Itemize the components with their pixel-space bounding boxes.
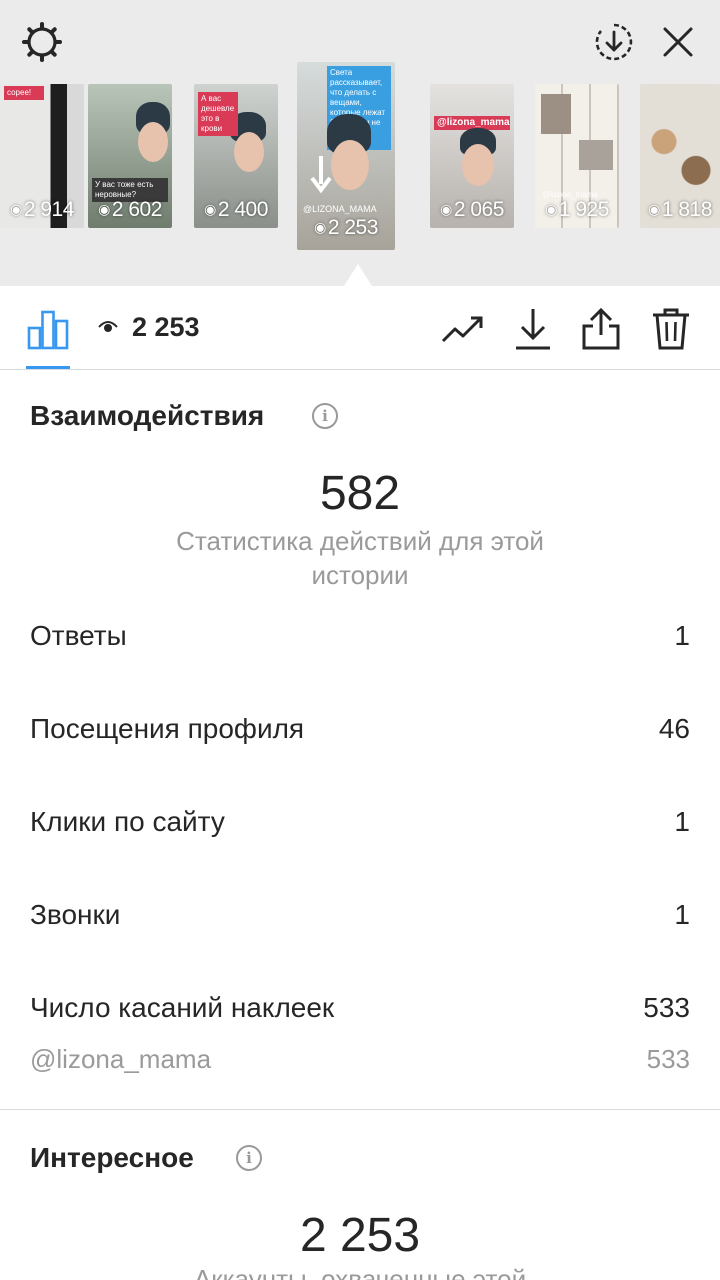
story-thumbnail[interactable]: ◉1 818 <box>640 84 720 228</box>
close-icon <box>663 27 693 57</box>
info-icon[interactable]: i <box>312 403 338 429</box>
eye-icon: ◉ <box>10 201 22 217</box>
trash-icon <box>653 308 689 350</box>
close-button[interactable] <box>654 18 702 66</box>
promote-button[interactable] <box>438 304 488 354</box>
stat-label-profile-visits: Посещения профиля <box>30 713 305 744</box>
story-views: ◉2 400 <box>204 198 268 221</box>
interactions-total: 582 <box>319 467 401 520</box>
download-all-button[interactable] <box>590 18 638 66</box>
discovery-subtitle: Аккаунты, охваченные этой <box>193 1264 527 1280</box>
stat-label-replies: Ответы <box>30 620 127 651</box>
eye-icon: ◉ <box>545 201 557 217</box>
stat-value-calls: 1 <box>674 899 690 930</box>
story-thumbnail[interactable]: У вас тоже есть неровные? ◉2 602 <box>88 84 172 228</box>
story-thumbnail[interactable]: А вас дешевле это в крови ◉2 400 <box>194 84 278 228</box>
discovery-total: 2 253 <box>299 1209 421 1262</box>
story-photo <box>462 144 494 186</box>
interactions-subtitle: Статистика действий для этой истории <box>176 526 544 590</box>
story-toolbar: 2 253 <box>0 286 720 370</box>
sticker-mention-label: @lizona_mama <box>30 1044 212 1074</box>
story-thumbnail-selected[interactable]: Света рассказывает, что делать с вещами,… <box>297 62 395 250</box>
download-circle-icon <box>595 23 633 61</box>
eye-icon: ◉ <box>98 201 110 217</box>
story-watermark: @LIZONA_MAMA <box>303 204 377 214</box>
save-button[interactable] <box>508 304 558 354</box>
share-button[interactable] <box>576 304 626 354</box>
eye-icon: ◉ <box>440 201 452 217</box>
story-photo <box>579 140 613 170</box>
story-views: ◉2 602 <box>98 198 162 221</box>
share-icon <box>582 307 620 350</box>
interactions-title: Взаимодействия <box>30 400 265 431</box>
eye-icon <box>98 321 118 332</box>
info-icon[interactable]: i <box>236 1145 262 1171</box>
story-thumbnail[interactable]: @lizona_mama ◉1 925 <box>535 84 619 228</box>
story-thumbnail[interactable]: @lizona_mama ◉2 065 <box>430 84 514 228</box>
stat-value-replies: 1 <box>674 620 690 651</box>
story-photo <box>234 132 264 172</box>
stat-value-sticker-taps: 533 <box>643 992 690 1023</box>
story-views: ◉1 818 <box>648 198 712 221</box>
discovery-title: Интересное <box>30 1142 194 1173</box>
delete-button[interactable] <box>646 304 696 354</box>
story-tag: сорее! <box>4 86 44 100</box>
stat-label-sticker-taps: Число касаний наклеек <box>30 992 335 1023</box>
story-views: ◉1 925 <box>545 198 609 221</box>
eye-icon: ◉ <box>314 219 326 235</box>
stat-label-calls: Звонки <box>30 899 121 930</box>
story-views: ◉2 914 <box>10 198 74 221</box>
story-views: ◉2 253 <box>314 216 378 239</box>
story-photo <box>331 140 369 190</box>
settings-button[interactable] <box>18 18 66 66</box>
insights-tab[interactable] <box>26 308 70 350</box>
trending-up-icon <box>441 316 483 343</box>
selected-story-pointer <box>344 264 372 286</box>
download-icon <box>516 309 550 350</box>
eye-icon: ◉ <box>204 201 216 217</box>
stat-value-profile-visits: 46 <box>658 713 690 744</box>
story-tag: А вас дешевле это в крови <box>198 92 238 136</box>
eye-icon: ◉ <box>648 201 660 217</box>
stat-value-website-clicks: 1 <box>674 806 690 837</box>
story-strip: сорее! ◉2 914 У вас тоже есть неровные? … <box>0 0 720 286</box>
section-divider <box>0 1109 720 1110</box>
sticker-mention-value: 533 <box>646 1044 690 1074</box>
story-photo <box>541 94 571 134</box>
views-count: 2 253 <box>132 312 200 342</box>
active-tab-indicator <box>26 366 70 369</box>
arrow-down-icon <box>310 156 332 194</box>
story-views: ◉2 065 <box>440 198 504 221</box>
bar-chart-icon <box>27 310 69 350</box>
settings-icon <box>22 22 62 62</box>
story-thumbnail[interactable]: сорее! ◉2 914 <box>0 84 84 228</box>
story-photo <box>138 122 168 162</box>
stat-label-website-clicks: Клики по сайту <box>30 806 225 837</box>
